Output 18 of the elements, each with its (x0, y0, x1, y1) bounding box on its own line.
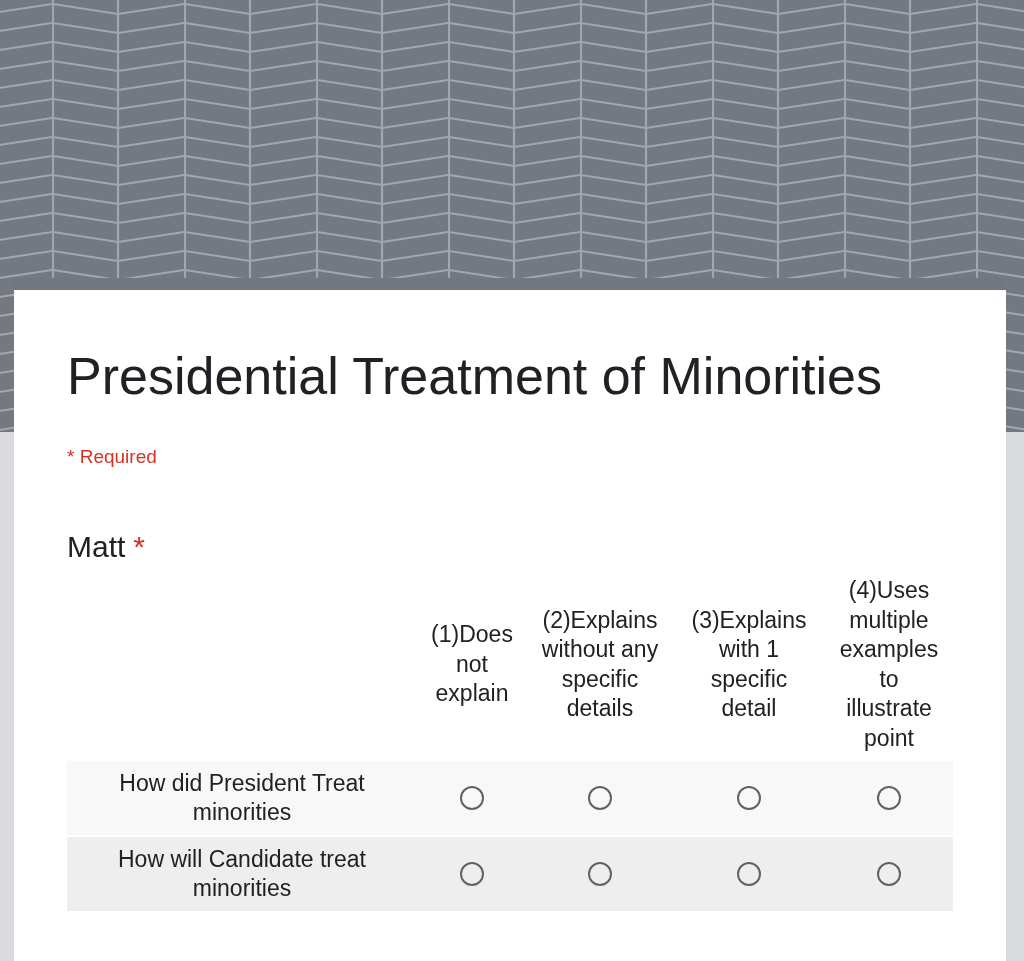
column-header: (3)Explains with 1 specific detail (690, 605, 808, 723)
radio-button[interactable] (460, 862, 484, 886)
radio-button[interactable] (877, 862, 901, 886)
required-note: * Required (67, 445, 157, 469)
radio-button[interactable] (877, 786, 901, 810)
radio-button[interactable] (737, 862, 761, 886)
form-title: Presidential Treatment of Minorities (67, 346, 882, 406)
row-label: How did President Treat minorities (118, 768, 366, 827)
radio-button[interactable] (460, 786, 484, 810)
radio-button[interactable] (588, 786, 612, 810)
column-header: (4)Uses multiple examples to illustrate point (838, 576, 940, 753)
required-mark: * (133, 529, 146, 565)
question-title: Matt (67, 529, 126, 565)
column-header: (2)Explains without any specific details (540, 605, 660, 723)
column-header: (1)Does not explain (430, 620, 514, 709)
radio-button[interactable] (737, 786, 761, 810)
radio-button[interactable] (588, 862, 612, 886)
row-label: How will Candidate treat minorities (117, 844, 367, 903)
